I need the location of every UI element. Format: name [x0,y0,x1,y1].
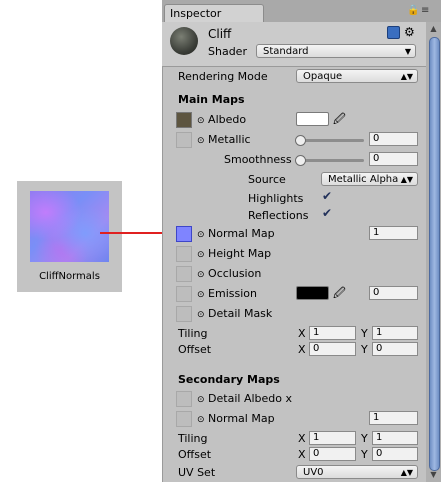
detail-mask-texture-slot[interactable] [176,306,192,322]
secondary-tiling-label: Tiling [178,432,208,445]
y-label: Y [361,448,368,461]
height-map-label: Height Map [208,247,272,260]
uv-set-dropdown[interactable]: UV0 ▲▼ [296,465,418,479]
y-label: Y [361,432,368,445]
occlusion-texture-slot[interactable] [176,266,192,282]
rendering-mode-dropdown[interactable]: Opaque ▲▼ [296,69,418,83]
smoothness-label: Smoothness [224,153,292,166]
x-label: X [298,432,306,445]
secondary-tiling-y-input[interactable]: 1 [372,431,418,445]
height-map-texture-slot[interactable] [176,246,192,262]
emission-texture-slot[interactable] [176,286,192,302]
x-label: X [298,327,306,340]
metallic-label: Metallic [208,133,251,146]
scroll-down-arrow-icon[interactable]: ▼ [428,470,439,480]
shader-dropdown[interactable]: Standard ▼ [256,44,416,58]
secondary-tiling-x-input[interactable]: 1 [309,431,356,445]
tab-inspector[interactable]: Inspector [164,4,264,23]
rendering-mode-value: Opaque [303,71,343,82]
secondary-offset-y-input[interactable]: 0 [372,447,418,461]
secondary-offset-label: Offset [178,448,212,461]
detail-albedo-texture-slot[interactable] [176,391,192,407]
metallic-slider[interactable] [298,139,364,142]
occlusion-label: Occlusion [208,267,262,280]
emission-label: Emission [208,287,257,300]
normal-map-label: Normal Map [208,227,275,240]
eyedropper-icon[interactable]: 🖉 [333,284,346,305]
y-label: Y [361,343,368,356]
circle-icon: ⊙ [197,415,205,425]
dropdown-arrow-icon: ▲▼ [400,72,413,81]
rendering-mode-label: Rendering Mode [178,70,268,83]
smoothness-input[interactable]: 0 [369,152,418,166]
x-label: X [298,343,306,356]
shader-label: Shader [208,45,247,58]
albedo-color-swatch[interactable] [296,112,329,126]
highlights-checkmark-icon[interactable]: ✔ [322,190,334,203]
detail-mask-label: Detail Mask [208,307,273,320]
asset-label: CliffNormals [39,271,100,282]
tiling-x-input[interactable]: 1 [309,326,356,340]
albedo-label: Albedo [208,113,247,126]
offset-y-input[interactable]: 0 [372,342,418,356]
normal-map-texture-slot[interactable] [176,226,192,242]
reflections-checkmark-icon[interactable]: ✔ [322,207,334,220]
offset-label: Offset [178,343,212,356]
metallic-input[interactable]: 0 [369,132,418,146]
secondary-normal-map-scale-input[interactable]: 1 [369,411,418,425]
y-label: Y [361,327,368,340]
lock-icon[interactable]: 🔒 [407,6,419,16]
source-value: Metallic Alpha [328,174,399,185]
x-label: X [298,448,306,461]
circle-icon: ⊙ [197,136,205,146]
material-name: Cliff [208,27,232,41]
smoothness-slider[interactable] [298,159,364,162]
normal-map-thumbnail[interactable] [30,191,109,262]
detail-albedo-label: Detail Albedo x [208,392,292,405]
scrollbar-thumb[interactable] [429,37,440,471]
help-icon[interactable] [387,26,400,39]
albedo-texture-slot[interactable] [176,112,192,128]
uv-set-value: UV0 [303,467,324,478]
circle-icon: ⊙ [197,270,205,280]
metallic-slider-knob[interactable] [295,135,306,146]
circle-icon: ⊙ [197,395,205,405]
smoothness-slider-knob[interactable] [295,155,306,166]
circle-icon: ⊙ [197,230,205,240]
uv-set-label: UV Set [178,466,216,479]
gear-icon[interactable]: ⚙ [404,25,415,39]
pointer-arrow-line [100,232,170,234]
eyedropper-icon[interactable]: 🖉 [333,110,346,131]
secondary-offset-x-input[interactable]: 0 [309,447,356,461]
material-preview-sphere [170,27,198,55]
emission-input[interactable]: 0 [369,286,418,300]
source-label: Source [248,173,286,186]
tab-label: Inspector [170,7,222,20]
reflections-label: Reflections [248,209,309,222]
dropdown-arrow-icon: ▲▼ [400,175,413,184]
scroll-up-arrow-icon[interactable]: ▲ [428,24,439,34]
main-maps-heading: Main Maps [178,93,245,106]
shader-value: Standard [263,46,309,57]
secondary-normal-map-texture-slot[interactable] [176,411,192,427]
tiling-label: Tiling [178,327,208,340]
circle-icon: ⊙ [197,290,205,300]
circle-icon: ⊙ [197,250,205,260]
dropdown-arrow-icon: ▼ [404,47,411,56]
menu-icon[interactable]: ≡ [421,6,431,16]
circle-icon: ⊙ [197,116,205,126]
circle-icon: ⊙ [197,310,205,320]
normal-map-scale-input[interactable]: 1 [369,226,418,240]
offset-x-input[interactable]: 0 [309,342,356,356]
source-dropdown[interactable]: Metallic Alpha ▲▼ [321,172,418,186]
metallic-texture-slot[interactable] [176,132,192,148]
tiling-y-input[interactable]: 1 [372,326,418,340]
dropdown-arrow-icon: ▲▼ [400,468,413,477]
emission-color-swatch[interactable] [296,286,329,300]
highlights-label: Highlights [248,192,304,205]
secondary-normal-map-label: Normal Map [208,412,275,425]
secondary-maps-heading: Secondary Maps [178,373,280,386]
